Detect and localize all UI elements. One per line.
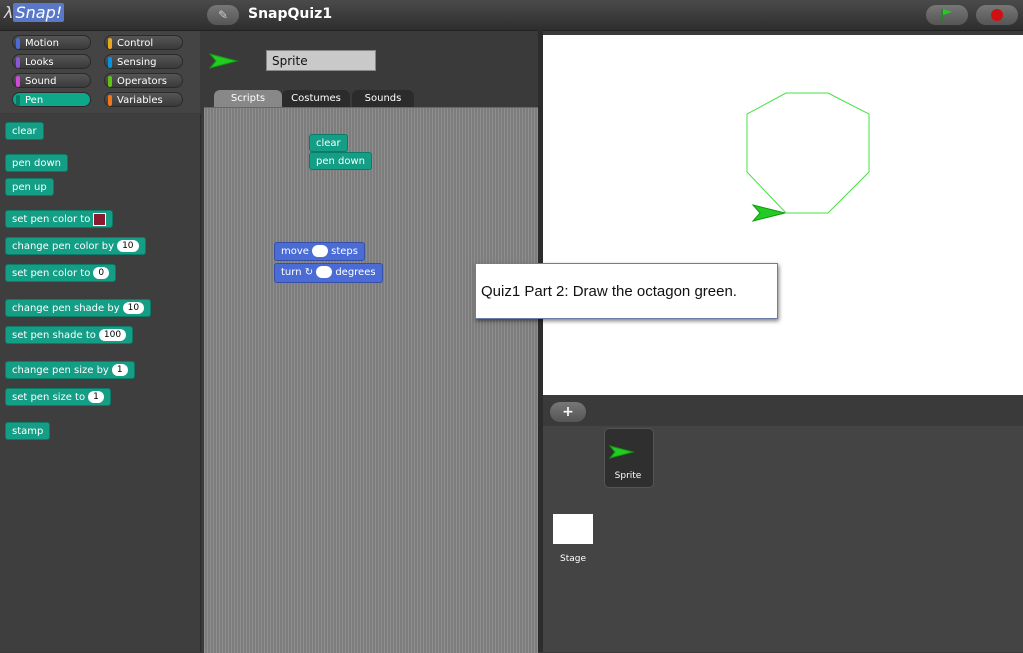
- block-label: pen down: [12, 158, 61, 169]
- category-operators[interactable]: Operators: [104, 73, 183, 88]
- block-stamp[interactable]: stamp: [5, 422, 51, 440]
- block-label: set pen color to: [12, 268, 91, 279]
- number-slot[interactable]: 10: [117, 240, 139, 252]
- corral-toolbar: [543, 398, 1023, 426]
- number-slot[interactable]: 10: [122, 302, 145, 314]
- block-set-pen-shade[interactable]: set pen shade to 100: [5, 326, 134, 344]
- block-label: change pen size by: [12, 365, 109, 376]
- block-label: clear: [12, 126, 37, 137]
- rotate-clockwise-icon: ↻: [304, 267, 314, 278]
- block-label: change pen color by: [12, 241, 115, 252]
- category-label: Control: [117, 38, 154, 49]
- category-pen[interactable]: Pen: [12, 92, 91, 107]
- scripts-area[interactable]: [204, 107, 538, 653]
- block-label: steps: [331, 246, 358, 257]
- number-slot[interactable]: [316, 266, 333, 278]
- block-clear[interactable]: clear: [5, 122, 44, 140]
- category-label: Sound: [25, 76, 57, 87]
- number-slot[interactable]: 100: [98, 329, 127, 341]
- number-slot[interactable]: 0: [93, 267, 110, 279]
- category-color-bar: [108, 95, 112, 106]
- plus-icon[interactable]: +: [550, 402, 586, 422]
- script-block-clear[interactable]: clear: [309, 134, 348, 152]
- sprite-name-field[interactable]: Sprite: [266, 50, 376, 71]
- stop-button[interactable]: [976, 5, 1018, 25]
- block-palette: clear pen down pen up set pen color to c…: [0, 114, 201, 652]
- block-pen-down[interactable]: pen down: [5, 154, 68, 172]
- block-label: pen down: [316, 156, 365, 167]
- number-slot[interactable]: 1: [111, 364, 128, 376]
- block-set-pen-color-swatch[interactable]: set pen color to: [5, 210, 114, 228]
- stage[interactable]: [543, 35, 1023, 395]
- block-label: change pen shade by: [12, 303, 120, 314]
- category-color-bar: [16, 57, 20, 68]
- block-label: clear: [316, 138, 341, 149]
- tab-costumes[interactable]: Costumes: [282, 90, 350, 107]
- category-label: Operators: [117, 76, 167, 87]
- tab-scripts[interactable]: Scripts: [214, 90, 282, 107]
- script-block-pen-down[interactable]: pen down: [309, 152, 372, 170]
- category-label: Pen: [25, 95, 44, 106]
- quiz-prompt: Quiz1 Part 2: Draw the octagon green.: [475, 263, 778, 319]
- octagon-drawing: [746, 92, 870, 214]
- snap-logo[interactable]: λ Snap!: [4, 3, 65, 22]
- stage-tile-label: Stage: [559, 554, 586, 564]
- category-sensing[interactable]: Sensing: [104, 54, 183, 69]
- block-label: set pen shade to: [12, 330, 96, 341]
- category-sound[interactable]: Sound: [12, 73, 91, 88]
- category-color-bar: [108, 76, 112, 87]
- category-label: Sensing: [117, 57, 157, 68]
- category-motion[interactable]: Motion: [12, 35, 91, 50]
- category-color-bar: [16, 38, 20, 49]
- category-variables[interactable]: Variables: [104, 92, 183, 107]
- category-label: Motion: [25, 38, 59, 49]
- sprite-costume-icon: [609, 445, 635, 459]
- stop-sign-icon: [991, 9, 1003, 21]
- block-set-pen-color-number[interactable]: set pen color to 0: [5, 264, 117, 282]
- category-label: Variables: [117, 95, 163, 106]
- script-block-turn[interactable]: turn ↻ degrees: [274, 263, 383, 283]
- sprite-thumbnail-icon: [209, 53, 239, 69]
- block-set-pen-size[interactable]: set pen size to 1: [5, 388, 111, 406]
- number-slot[interactable]: 1: [88, 391, 104, 403]
- block-label: set pen color to: [12, 214, 91, 225]
- block-change-pen-size[interactable]: change pen size by 1: [5, 361, 135, 379]
- stage-tile[interactable]: [553, 514, 593, 544]
- category-color-bar: [16, 95, 20, 106]
- block-label: turn: [281, 267, 302, 278]
- green-flag-icon: [941, 9, 952, 21]
- number-slot[interactable]: [311, 245, 328, 257]
- block-label: stamp: [12, 426, 44, 437]
- category-color-bar: [108, 38, 112, 49]
- block-label: pen up: [12, 182, 47, 193]
- pencil-icon[interactable]: ✎: [207, 5, 239, 25]
- tab-sounds[interactable]: Sounds: [352, 90, 414, 107]
- script-block-move[interactable]: move steps: [274, 242, 365, 261]
- category-color-bar: [16, 76, 20, 87]
- green-flag-button[interactable]: [926, 5, 968, 25]
- top-bar: [0, 0, 1023, 31]
- block-change-pen-shade[interactable]: change pen shade by 10: [5, 299, 152, 317]
- block-label: set pen size to: [12, 392, 86, 403]
- block-label: degrees: [335, 267, 376, 278]
- logo-text: Snap!: [13, 3, 65, 22]
- category-color-bar: [108, 57, 112, 68]
- project-title: SnapQuiz1: [248, 6, 333, 22]
- stage-canvas: [746, 92, 870, 222]
- category-looks[interactable]: Looks: [12, 54, 91, 69]
- block-label: move: [281, 246, 309, 257]
- category-label: Looks: [25, 57, 54, 68]
- color-swatch[interactable]: [93, 212, 107, 226]
- block-pen-up[interactable]: pen up: [5, 178, 54, 196]
- category-control[interactable]: Control: [104, 35, 183, 50]
- sprite-tile-label: Sprite: [614, 471, 642, 481]
- category-selector: Motion Control Looks Sensing Sound Opera…: [0, 31, 200, 113]
- block-change-pen-color[interactable]: change pen color by 10: [5, 237, 146, 255]
